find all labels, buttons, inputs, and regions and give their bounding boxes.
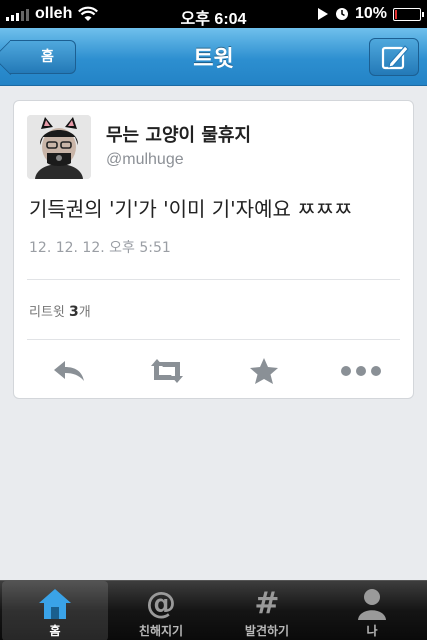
avatar[interactable]: [27, 115, 91, 179]
tab-discover[interactable]: # 발견하기: [214, 581, 320, 640]
battery-percent: 10%: [354, 5, 387, 22]
clock-icon: [335, 8, 348, 20]
tweet-actions: [14, 351, 413, 391]
tab-connect[interactable]: @ 친해지기: [108, 581, 214, 640]
divider: [27, 279, 400, 280]
tab-label: 친해지기: [138, 624, 184, 638]
tab-me[interactable]: 나: [319, 581, 425, 640]
divider: [27, 339, 400, 340]
more-button[interactable]: [338, 357, 384, 385]
user-handle[interactable]: @mulhuge: [106, 151, 184, 169]
retweet-number: 3: [69, 304, 79, 320]
status-right: 10%: [317, 5, 424, 23]
tweet-text: 기득권의 '기'가 '이미 기'자예요 ㅉㅉㅉ: [29, 197, 353, 221]
favorite-button[interactable]: [244, 357, 284, 385]
tweet-timestamp: 12. 12. 12. 오후 5:51: [29, 240, 171, 256]
tweet-card: 무는 고양이 물휴지 @mulhuge 기득권의 '기'가 '이미 기'자예요 …: [13, 100, 414, 399]
at-icon: @: [146, 586, 176, 621]
person-icon: [358, 589, 386, 620]
page-title: 트윗: [193, 47, 234, 72]
tab-label: 홈: [49, 624, 61, 638]
more-icon: [341, 366, 381, 376]
retweet-count[interactable]: 리트윗 3개: [29, 301, 91, 320]
home-icon: [39, 589, 71, 619]
battery-level: [395, 9, 397, 19]
location-arrow-icon: [317, 8, 328, 20]
compose-button[interactable]: [369, 38, 419, 76]
status-bar: olleh 오후 6:04 10%: [0, 0, 427, 28]
reply-button[interactable]: [49, 357, 89, 385]
tab-bar: 홈 @ 친해지기 # 발견하기 나: [0, 580, 427, 640]
tab-label: 나: [366, 624, 378, 638]
retweet-icon: [151, 359, 183, 383]
tab-home[interactable]: 홈: [2, 581, 108, 640]
display-name[interactable]: 무는 고양이 물휴지: [106, 121, 251, 147]
retweet-button[interactable]: [147, 357, 187, 385]
favorite-star-icon: [250, 358, 278, 384]
tab-label: 발견하기: [244, 624, 290, 638]
hashtag-icon: #: [254, 586, 280, 621]
retweet-prefix: 리트윗: [29, 305, 70, 320]
compose-icon: [381, 45, 409, 70]
reply-icon: [54, 361, 84, 381]
battery-icon: [393, 7, 424, 21]
navigation-bar: 홈 트윗: [0, 28, 427, 86]
retweet-suffix: 개: [78, 305, 91, 320]
